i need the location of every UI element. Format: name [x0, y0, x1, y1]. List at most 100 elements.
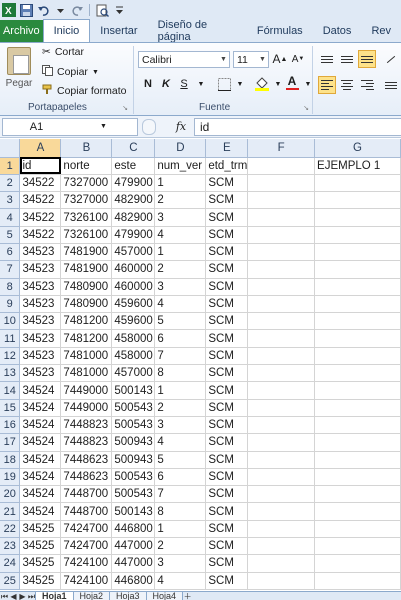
cell-f18[interactable] — [247, 451, 316, 469]
column-header-g[interactable]: G — [314, 139, 401, 158]
cell-f2[interactable] — [247, 174, 316, 193]
cell-f6[interactable] — [247, 243, 316, 262]
cell-b16[interactable]: 7448823 — [60, 416, 113, 435]
cell-a3[interactable]: 34522 — [19, 191, 62, 210]
cell-a10[interactable]: 34523 — [19, 312, 62, 331]
row-header[interactable]: 2 — [0, 174, 21, 193]
cell-g12[interactable] — [314, 347, 401, 366]
cell-g21[interactable] — [314, 502, 401, 521]
row-header[interactable]: 12 — [0, 347, 21, 366]
cell-a20[interactable]: 34524 — [19, 485, 62, 504]
chevron-down-icon[interactable]: ▼ — [70, 123, 137, 130]
cell-c6[interactable]: 457000 — [111, 243, 156, 262]
cell-a2[interactable]: 34522 — [19, 174, 62, 193]
cell-c20[interactable]: 500543 — [111, 485, 156, 504]
cell-c4[interactable]: 482900 — [111, 208, 156, 227]
cell-a23[interactable]: 34525 — [19, 537, 62, 556]
cell-g8[interactable] — [314, 278, 401, 296]
tab-datos[interactable]: Datos — [313, 20, 362, 42]
cell-f22[interactable] — [247, 520, 316, 539]
cell-b18[interactable]: 7448623 — [60, 451, 113, 469]
cell-g10[interactable] — [314, 312, 401, 331]
cell-c21[interactable]: 500143 — [111, 502, 156, 521]
cell-e7[interactable]: SCM — [205, 260, 249, 279]
cell-d8[interactable]: 3 — [154, 278, 207, 296]
column-header-f[interactable]: F — [247, 139, 316, 158]
first-sheet-icon[interactable]: ⏮ — [0, 592, 9, 600]
cell-d21[interactable]: 8 — [154, 502, 207, 521]
row-header[interactable]: 15 — [0, 399, 21, 417]
align-bottom-button[interactable] — [358, 50, 376, 68]
cell-d23[interactable]: 2 — [154, 537, 207, 556]
cell-d15[interactable]: 2 — [154, 399, 207, 417]
cell-b6[interactable]: 7481900 — [60, 243, 113, 262]
cell-d12[interactable]: 7 — [154, 347, 207, 366]
insert-function-button[interactable]: fx — [168, 120, 194, 133]
cell-f13[interactable] — [247, 364, 316, 383]
cell-b14[interactable]: 7449000 — [60, 381, 113, 400]
row-header[interactable]: 24 — [0, 554, 21, 573]
sheet-tab-hoja3[interactable]: Hoja3 — [109, 592, 147, 600]
cut-button[interactable]: ✂ Cortar — [42, 46, 84, 58]
select-all-corner[interactable] — [0, 139, 21, 158]
cell-b2[interactable]: 7327000 — [60, 174, 113, 193]
cell-g13[interactable] — [314, 364, 401, 383]
cell-b11[interactable]: 7481200 — [60, 329, 113, 348]
cell-c24[interactable]: 447000 — [111, 554, 156, 573]
tab-formulas[interactable]: Fórmulas — [247, 20, 313, 42]
align-top-button[interactable] — [318, 50, 336, 68]
cell-a21[interactable]: 34524 — [19, 502, 62, 521]
cell-e1[interactable]: etd_trm — [205, 157, 249, 175]
cell-d17[interactable]: 4 — [154, 433, 207, 452]
italic-button[interactable]: K — [158, 76, 174, 92]
cell-a4[interactable]: 34522 — [19, 208, 62, 227]
row-header[interactable]: 6 — [0, 243, 21, 262]
cell-g20[interactable] — [314, 485, 401, 504]
cell-b7[interactable]: 7481900 — [60, 260, 113, 279]
cell-g7[interactable] — [314, 260, 401, 279]
cell-d18[interactable]: 5 — [154, 451, 207, 469]
cell-e6[interactable]: SCM — [205, 243, 249, 262]
cell-c13[interactable]: 457000 — [111, 364, 156, 383]
cell-g23[interactable] — [314, 537, 401, 556]
prev-sheet-icon[interactable]: ◀ — [9, 592, 18, 600]
cell-f9[interactable] — [247, 295, 316, 314]
cell-g17[interactable] — [314, 433, 401, 452]
name-box[interactable]: A1 ▼ — [2, 117, 138, 136]
cell-c11[interactable]: 458000 — [111, 329, 156, 348]
tab-revisar[interactable]: Rev — [361, 20, 401, 42]
cell-a8[interactable]: 34523 — [19, 278, 62, 296]
paste-button[interactable]: Pegar — [4, 47, 34, 89]
cell-b5[interactable]: 7326100 — [60, 226, 113, 244]
cell-f3[interactable] — [247, 191, 316, 210]
cell-b4[interactable]: 7326100 — [60, 208, 113, 227]
cell-d6[interactable]: 1 — [154, 243, 207, 262]
cell-a13[interactable]: 34523 — [19, 364, 62, 383]
cell-e11[interactable]: SCM — [205, 329, 249, 348]
cell-b9[interactable]: 7480900 — [60, 295, 113, 314]
cell-g11[interactable] — [314, 329, 401, 348]
cell-e14[interactable]: SCM — [205, 381, 249, 400]
cell-b24[interactable]: 7424100 — [60, 554, 113, 573]
row-header[interactable]: 3 — [0, 191, 21, 210]
cell-a14[interactable]: 34524 — [19, 381, 62, 400]
cell-e18[interactable]: SCM — [205, 451, 249, 469]
cell-d20[interactable]: 7 — [154, 485, 207, 504]
cell-g2[interactable] — [314, 174, 401, 193]
cell-f11[interactable] — [247, 329, 316, 348]
cell-g15[interactable] — [314, 399, 401, 417]
cell-a15[interactable]: 34524 — [19, 399, 62, 417]
cell-a5[interactable]: 34522 — [19, 226, 62, 244]
cell-b12[interactable]: 7481000 — [60, 347, 113, 366]
tab-diseno-pagina[interactable]: Diseño de página — [148, 19, 247, 43]
cell-c8[interactable]: 460000 — [111, 278, 156, 296]
cell-g6[interactable] — [314, 243, 401, 262]
cell-b19[interactable]: 7448623 — [60, 468, 113, 487]
cell-b1[interactable]: norte — [60, 157, 113, 175]
cell-e17[interactable]: SCM — [205, 433, 249, 452]
chevron-down-icon[interactable]: ▼ — [300, 76, 316, 92]
print-preview-icon[interactable] — [95, 3, 109, 17]
cell-b15[interactable]: 7449000 — [60, 399, 113, 417]
row-header[interactable]: 5 — [0, 226, 21, 244]
tab-insertar[interactable]: Insertar — [90, 20, 147, 42]
